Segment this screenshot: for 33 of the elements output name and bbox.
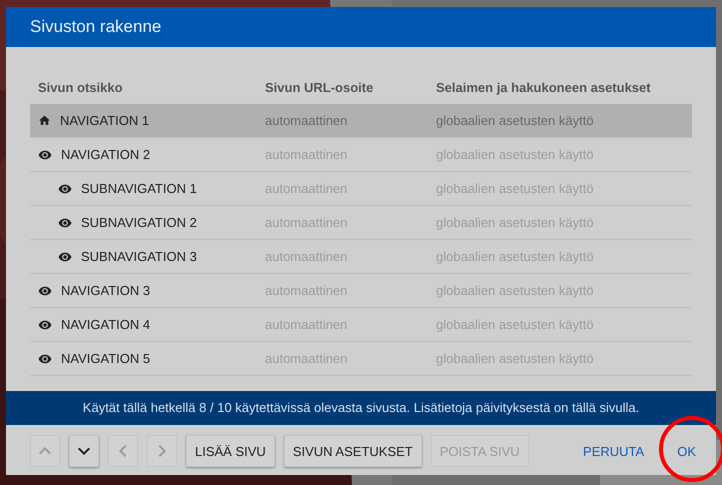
chevron-up-icon <box>39 447 51 455</box>
page-title: SUBNAVIGATION 3 <box>81 249 197 264</box>
eye-icon <box>38 148 52 162</box>
page-title: NAVIGATION 2 <box>61 147 150 162</box>
table-row[interactable]: NAVIGATION 1 automaattinen globaalien asetusten käyttö <box>30 104 692 138</box>
page-title: SUBNAVIGATION 1 <box>81 181 197 196</box>
chevron-right-icon <box>158 445 166 457</box>
column-header: Selaimen ja hakukoneen asetukset <box>436 80 652 95</box>
table-cell-text: automaattinen <box>265 113 348 128</box>
page-title: SUBNAVIGATION 2 <box>81 215 197 230</box>
column-header: Sivun URL-osoite <box>265 80 374 95</box>
home-icon <box>38 114 51 127</box>
page-title: NAVIGATION 3 <box>61 283 150 298</box>
column-header: Sivun otsikko <box>37 80 124 95</box>
chevron-left-icon <box>119 445 127 457</box>
eye-icon <box>58 216 72 230</box>
action-button[interactable]: OK <box>665 436 708 466</box>
dialog-title: Sivuston rakenne <box>30 17 162 37</box>
eye-icon <box>38 284 52 298</box>
chevron-down-button[interactable] <box>69 435 99 467</box>
chevron-down-icon <box>78 447 90 455</box>
page-title: NAVIGATION 5 <box>61 351 150 366</box>
action-button[interactable]: PERUUTA <box>571 436 656 466</box>
eye-icon <box>38 352 52 366</box>
toolbar-button[interactable]: LISÄÄ SIVU <box>186 435 275 467</box>
table-cell-text: globaalien asetusten käyttö <box>436 113 595 128</box>
toolbar-button[interactable]: SIVUN ASETUKSET <box>284 435 422 467</box>
page-title: NAVIGATION 1 <box>60 113 150 128</box>
info-banner: Käytät tällä hetkellä 8 / 10 käytettävissä olevasta sivusta. Lisätietoja päivityksestä on tällä sivulla. <box>6 391 716 425</box>
eye-icon <box>58 182 72 196</box>
page-title: NAVIGATION 4 <box>61 317 150 332</box>
eye-icon <box>58 250 72 264</box>
eye-icon <box>38 318 52 332</box>
